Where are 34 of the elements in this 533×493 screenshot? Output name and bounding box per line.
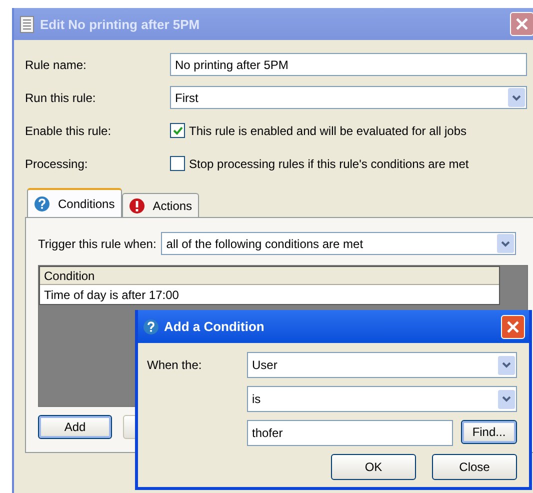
help-icon bbox=[34, 196, 50, 212]
dialog-button[interactable]: Close bbox=[432, 454, 517, 480]
window-title: Edit No printing after 5PM bbox=[40, 16, 200, 32]
field-label: Run this rule: bbox=[25, 90, 97, 104]
checkbox-label[interactable]: Stop processing rules if this rule's conditions are met bbox=[189, 156, 469, 170]
value-field[interactable]: thofer bbox=[247, 420, 453, 446]
column-header: Condition bbox=[40, 267, 499, 285]
field-label: Trigger this rule when: bbox=[38, 236, 156, 250]
dropdown-field[interactable]: all of the following conditions are met bbox=[161, 232, 516, 255]
checkbox-label[interactable]: This rule is enabled and will be evaluated for all jobs bbox=[189, 124, 466, 138]
help-icon bbox=[143, 318, 159, 334]
tab[interactable]: Conditions bbox=[27, 188, 122, 217]
tab[interactable]: Actions bbox=[122, 193, 200, 217]
close-icon bbox=[516, 18, 528, 30]
add-button[interactable]: Add bbox=[38, 415, 112, 439]
alert-icon bbox=[128, 198, 145, 214]
close-button[interactable] bbox=[510, 12, 533, 36]
dropdown-field[interactable]: is bbox=[247, 386, 517, 412]
document-icon bbox=[20, 16, 34, 32]
dialog-title: Add a Condition bbox=[164, 319, 264, 334]
close-icon bbox=[507, 320, 519, 332]
checkbox[interactable] bbox=[170, 123, 185, 138]
field-label: Rule name: bbox=[25, 58, 88, 72]
field-label: Processing: bbox=[25, 156, 89, 170]
close-button[interactable] bbox=[501, 314, 525, 338]
dropdown-field[interactable]: First bbox=[170, 86, 527, 109]
find-button[interactable]: Find... bbox=[461, 420, 517, 444]
dropdown-field[interactable]: User bbox=[247, 352, 517, 378]
table-cell[interactable]: Time of day is after 17:00 bbox=[40, 285, 499, 304]
field-label: When the: bbox=[147, 357, 203, 374]
rule-name-field[interactable]: No printing after 5PM bbox=[170, 53, 527, 76]
dialog-button[interactable]: OK bbox=[331, 454, 416, 480]
checkbox[interactable] bbox=[170, 156, 185, 171]
field-label: Enable this rule: bbox=[25, 124, 112, 138]
